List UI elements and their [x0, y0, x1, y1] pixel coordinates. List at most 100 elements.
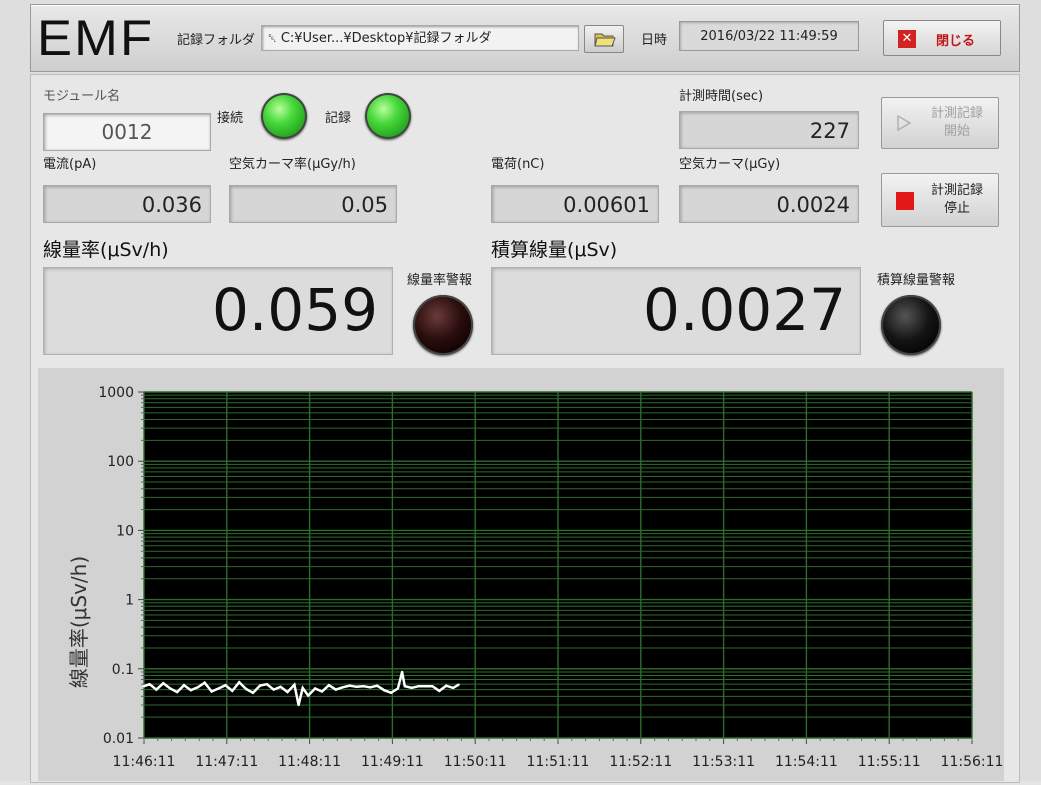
chart-data-point	[457, 683, 460, 686]
connect-label: 接続	[217, 111, 244, 126]
air-kerma-rate-label: 空気カーマ率(μGy/h)	[229, 157, 356, 172]
rate-alarm-indicator	[413, 295, 473, 355]
folder-path-text: C:¥User...¥Desktop¥記録フォルダ	[280, 31, 492, 46]
datetime-label: 日時	[641, 33, 668, 48]
chart-data-point	[431, 685, 434, 688]
record-label: 記録	[325, 111, 352, 126]
chart-data-point	[369, 686, 372, 689]
chart-data-point	[251, 691, 255, 694]
chart-data-point	[169, 687, 172, 690]
dose-alarm-indicator	[881, 295, 941, 355]
chart-data-point	[334, 688, 337, 691]
chart-data-point	[438, 689, 441, 693]
play-icon	[897, 114, 912, 132]
chart-data-point	[224, 684, 227, 687]
air-kerma-label: 空気カーマ(μGy)	[679, 157, 781, 172]
chart-data-point	[272, 688, 275, 691]
chart-data-point	[142, 685, 146, 688]
chart-data-point	[403, 685, 406, 688]
chart-data-point	[417, 685, 420, 688]
start-record-button[interactable]: 計測記録 開始	[881, 97, 999, 149]
measure-time-field: 227	[679, 111, 859, 149]
path-icon: ␡	[268, 32, 277, 45]
chart-data-point	[376, 684, 379, 687]
app-logo: EMF	[37, 10, 155, 66]
chart-x-tick-label: 11:50:11	[444, 754, 507, 770]
chart-x-tick-label: 11:47:11	[195, 754, 258, 770]
chart-data-point	[348, 684, 351, 687]
chart-x-ticks: 11:46:11 11:47:11 11:48:11 11:49:11 11:50:11…	[113, 738, 1004, 770]
close-button[interactable]: ✕ 閉じる	[883, 20, 1001, 56]
module-label: モジュール名	[43, 89, 121, 104]
module-field[interactable]: 0012	[43, 113, 211, 151]
chart-data-point	[297, 703, 300, 707]
chart-data-point	[355, 685, 358, 688]
chart-data-point	[313, 687, 317, 690]
stop-record-button[interactable]: 計測記録 停止	[881, 173, 999, 227]
chart-data-point	[238, 681, 241, 684]
dose-total-display: 0.0027	[491, 267, 861, 355]
chart-data-point	[189, 689, 193, 692]
browse-folder-button[interactable]	[584, 25, 624, 53]
chart-data-point	[451, 686, 455, 690]
chart-x-tick-label: 11:55:11	[858, 754, 921, 770]
chart-data-point	[445, 684, 448, 687]
folder-icon	[594, 33, 616, 47]
chart-x-tick-label: 11:48:11	[278, 754, 341, 770]
charge-label: 電荷(nC)	[491, 157, 545, 172]
rate-alarm-label: 線量率警報	[407, 273, 473, 288]
chart-data-point	[382, 689, 386, 692]
chart-y-tick-label: 0.1	[112, 662, 134, 678]
chart-data-point	[307, 694, 310, 697]
chart-data-point	[203, 681, 206, 684]
charge-field: 0.00601	[491, 185, 659, 223]
chart-data-point	[424, 685, 427, 688]
chart-y-label: 線量率(μSv/h)	[67, 556, 91, 688]
chart-data-point	[279, 685, 282, 688]
dose-rate-chart: 線量率(μSv/h) 1000 100 10 1 0.1 0.01 11:46:11 11:…	[38, 368, 1004, 781]
close-button-label: 閉じる	[936, 34, 976, 49]
connect-indicator	[261, 93, 307, 139]
datetime-display: 2016/03/22 11:49:59	[679, 21, 859, 51]
chart-y-ticks: 1000 100 10 1 0.1 0.01	[98, 385, 144, 747]
chart-data-point	[410, 686, 413, 690]
chart-svg: 線量率(μSv/h) 10001001010.10.01 11:46:11 11:…	[67, 385, 1004, 770]
stop-icon	[896, 192, 914, 210]
chart-data-point	[258, 684, 262, 687]
start-record-label-2: 開始	[943, 124, 970, 139]
chart-data-point	[162, 682, 165, 685]
chart-y-tick-label: 1000	[98, 385, 134, 401]
stop-record-label-1: 計測記録	[930, 183, 983, 198]
dose-rate-title: 線量率(μSv/h)	[43, 239, 169, 261]
chart-data-point	[301, 686, 304, 690]
stop-record-label-2: 停止	[943, 201, 970, 216]
chart-x-tick-label: 11:46:11	[113, 754, 176, 770]
chart-data-point	[244, 687, 248, 691]
chart-x-tick-label: 11:49:11	[361, 754, 424, 770]
chart-data-point	[155, 688, 158, 691]
chart-data-point	[231, 689, 234, 693]
chart-data-point	[293, 683, 296, 686]
folder-path-field[interactable]: ␡ C:¥User...¥Desktop¥記録フォルダ	[261, 25, 579, 51]
chart-data-point	[396, 687, 400, 690]
chart-x-tick-label: 11:56:11	[941, 754, 1004, 770]
chart-x-tick-label: 11:51:11	[527, 754, 590, 770]
chart-data-point	[341, 686, 344, 689]
current-label: 電流(pA)	[43, 157, 97, 172]
chart-x-tick-label: 11:52:11	[609, 754, 672, 770]
chart-data-point	[210, 690, 213, 693]
air-kerma-field: 0.0024	[679, 185, 859, 223]
chart-data-point	[286, 690, 289, 694]
chart-data-point	[400, 670, 404, 674]
current-field: 0.036	[43, 185, 211, 223]
folder-label: 記録フォルダ	[177, 33, 256, 48]
chart-data-point	[362, 685, 365, 688]
start-record-label-1: 計測記録	[930, 106, 983, 121]
toolbar: EMF 記録フォルダ ␡ C:¥User...¥Desktop¥記録フォルダ 日時…	[30, 4, 1020, 72]
chart-data-point	[217, 687, 220, 690]
chart-data-point	[175, 690, 179, 694]
chart-x-tick-label: 11:54:11	[775, 754, 838, 770]
measure-time-label: 計測時間(sec)	[679, 89, 764, 104]
dose-alarm-label: 積算線量警報	[877, 273, 956, 288]
chart-y-tick-label: 100	[107, 454, 134, 470]
